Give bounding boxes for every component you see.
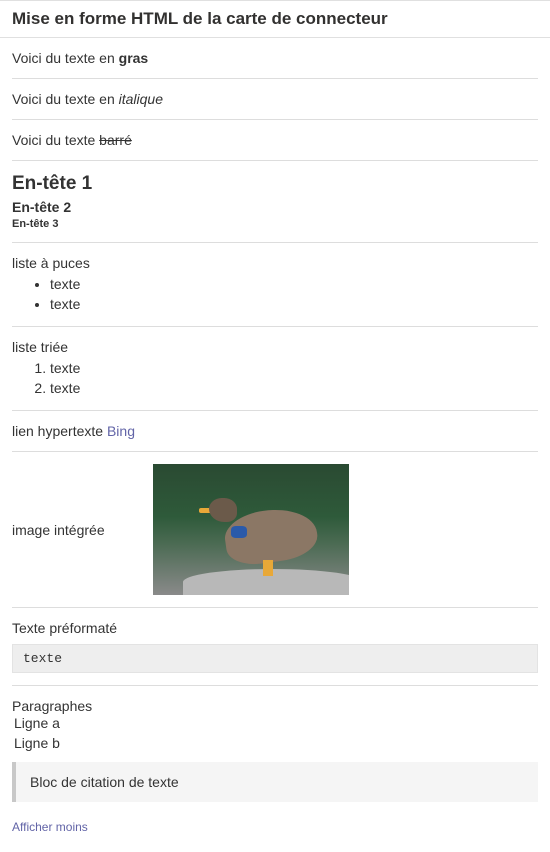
bold-word: gras	[119, 50, 149, 66]
heading-1: En-tête 1	[12, 173, 538, 195]
ordered-section: liste triée texte texte	[12, 327, 538, 411]
italic-section: Voici du texte en italique	[12, 79, 538, 120]
paragraphs-title: Paragraphes	[12, 698, 538, 714]
list-item: texte	[50, 275, 538, 295]
strike-word: barré	[99, 132, 132, 148]
list-item: texte	[50, 295, 538, 315]
code-block: texte	[12, 644, 538, 673]
text-prefix: lien hypertexte	[12, 423, 107, 439]
paragraph-line: Ligne b	[14, 734, 538, 754]
strike-section: Voici du texte barré	[12, 120, 538, 161]
inline-image	[153, 464, 349, 595]
paragraph-line: Ligne a	[14, 714, 538, 734]
hyperlink-section: lien hypertexte Bing	[12, 411, 538, 452]
hyperlink[interactable]: Bing	[107, 423, 135, 439]
headers-section: En-tête 1 En-tête 2 En-tête 3	[12, 161, 538, 243]
text-prefix: Voici du texte en	[12, 91, 119, 107]
bullet-section: liste à puces texte texte	[12, 243, 538, 327]
bullet-title: liste à puces	[12, 255, 538, 271]
ordered-list: texte texte	[12, 359, 538, 398]
image-section: image intégrée	[12, 452, 538, 608]
heading-3: En-tête 3	[12, 218, 538, 230]
image-label: image intégrée	[12, 522, 105, 538]
show-less-link[interactable]: Afficher moins	[12, 814, 538, 842]
card-content: Voici du texte en gras Voici du texte en…	[0, 38, 550, 852]
ordered-title: liste triée	[12, 339, 538, 355]
text-prefix: Voici du texte en	[12, 50, 119, 66]
preformatted-title: Texte préformaté	[12, 620, 538, 636]
heading-2: En-tête 2	[12, 199, 538, 215]
list-item: texte	[50, 379, 538, 399]
list-item: texte	[50, 359, 538, 379]
preformatted-section: Texte préformaté texte	[12, 608, 538, 686]
text-prefix: Voici du texte	[12, 132, 99, 148]
blockquote: Bloc de citation de texte	[12, 762, 538, 802]
bullet-list: texte texte	[12, 275, 538, 314]
card-title: Mise en forme HTML de la carte de connec…	[0, 0, 550, 38]
bold-section: Voici du texte en gras	[12, 38, 538, 79]
italic-word: italique	[119, 91, 163, 107]
paragraphs-section: Paragraphes Ligne a Ligne b Bloc de cita…	[12, 686, 538, 813]
